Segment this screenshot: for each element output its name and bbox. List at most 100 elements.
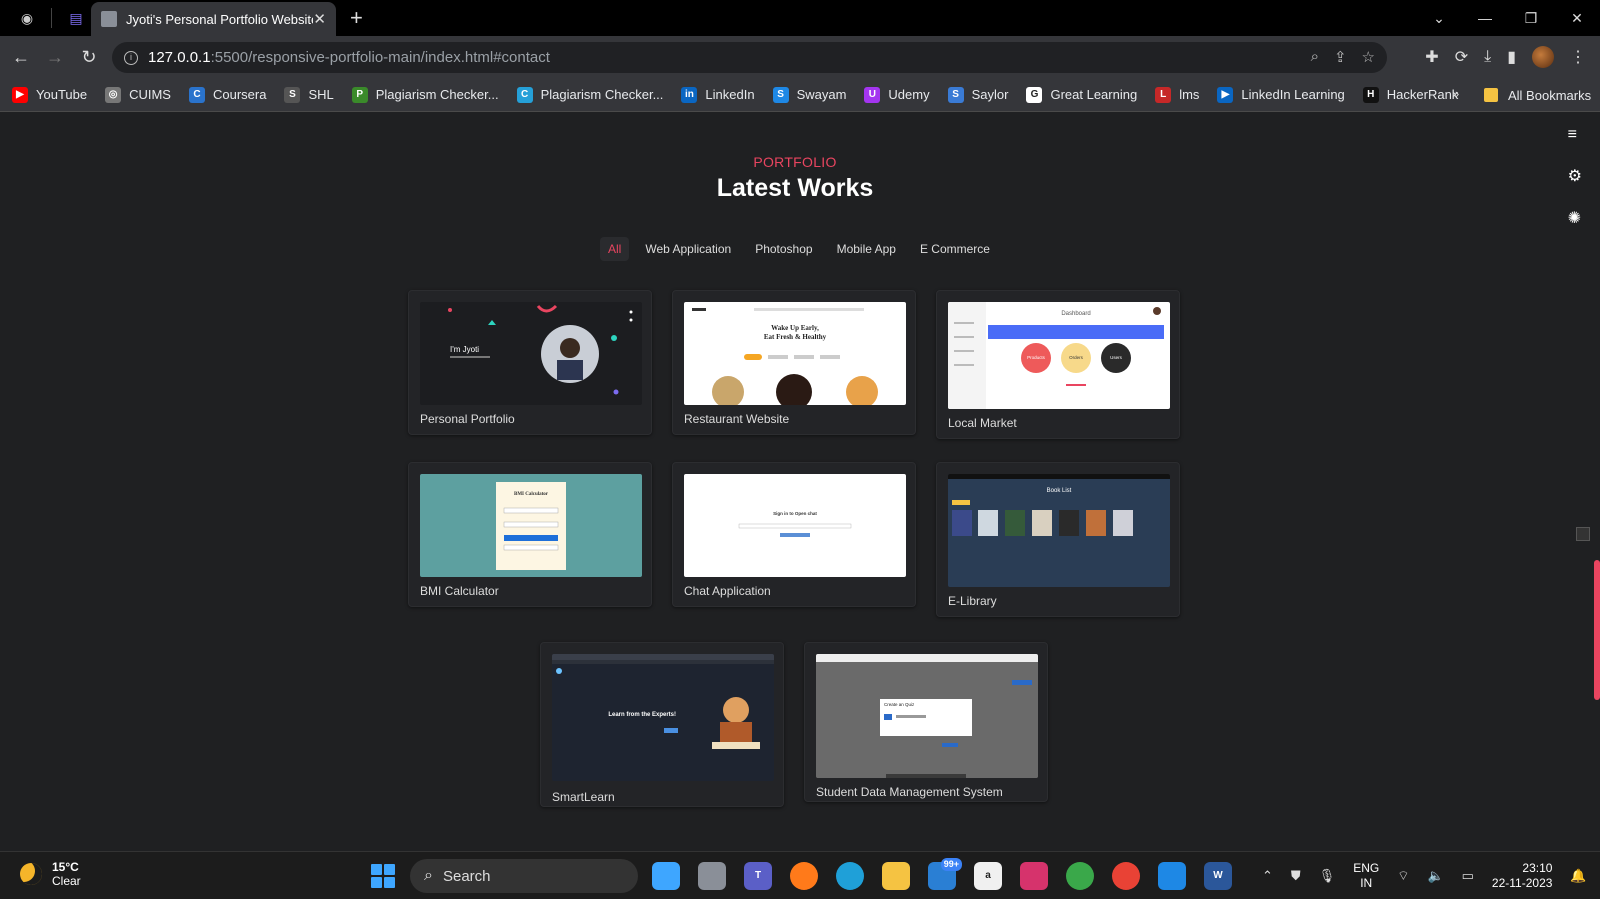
search-label: Search — [442, 867, 491, 885]
svg-text:Dashboard: Dashboard — [1061, 311, 1090, 317]
bookmark-list: ▶ YouTube ◎ CUIMS C Coursera S SHL P Plagiarism C… — [12, 86, 1476, 103]
microphone-icon[interactable]: 🎙 — [1319, 868, 1336, 884]
mail-icon[interactable]: 99+ — [928, 858, 962, 890]
hamburger-menu-icon[interactable]: ≡ — [1568, 126, 1582, 144]
bookmark-item[interactable]: S Swayam — [772, 86, 846, 103]
taskbar-search[interactable]: ⌕ Search — [410, 859, 638, 893]
bookmark-star-icon[interactable]: ☆ — [1362, 48, 1375, 66]
tab-search-icon[interactable]: ▤ — [62, 4, 90, 32]
svg-text:Create an Quiz: Create an Quiz — [884, 702, 915, 707]
extension-refresh-icon[interactable]: ⟳ — [1455, 47, 1468, 67]
bookmark-item[interactable]: C Plagiarism Checker... — [516, 86, 664, 103]
bookmark-item[interactable]: Llms — [1155, 86, 1199, 103]
word-icon[interactable]: W — [1204, 862, 1232, 890]
all-bookmarks-label: All Bookmarks — [1508, 87, 1592, 103]
filter-all[interactable]: All — [600, 237, 630, 261]
filter-web-application[interactable]: Web Application — [637, 237, 739, 261]
teams-icon[interactable]: T — [744, 862, 772, 890]
profile-globe-icon[interactable]: ◉ — [13, 4, 41, 32]
new-tab-icon[interactable]: + — [350, 5, 363, 31]
bookmark-item[interactable]: S SHL — [284, 86, 334, 103]
download-icon[interactable]: ⤓ — [1484, 48, 1491, 66]
filter-tabs: All Web Application Photoshop Mobile App… — [600, 237, 998, 261]
tray-chevron-icon[interactable]: ⌃ — [1262, 868, 1273, 884]
browser-toolbar: ← → ↻ i 127.0.0.1 :5500/responsive-portf… — [0, 36, 1600, 78]
reload-icon[interactable]: ↻ — [72, 47, 106, 68]
notification-bell-icon[interactable]: 🔔 — [1570, 868, 1586, 884]
paint-icon[interactable] — [1020, 862, 1048, 890]
bookmark-item[interactable]: U Udemy — [864, 86, 930, 103]
project-card-local-market[interactable]: Dashboard Products Orders Users Local Ma… — [936, 290, 1180, 439]
bookmark-favicon-icon: H — [1362, 86, 1379, 103]
lang-region: IN — [1360, 876, 1373, 890]
all-bookmarks-folder[interactable]: All Bookmarks — [1484, 78, 1591, 112]
tab-dropdown-icon[interactable]: ⌄ — [1416, 10, 1462, 27]
bookmark-label: Plagiarism Checker... — [540, 87, 664, 102]
bookmark-item[interactable]: in LinkedIn — [681, 86, 755, 103]
filter-mobile-app[interactable]: Mobile App — [829, 237, 904, 261]
task-view-icon[interactable] — [698, 862, 726, 890]
close-tab-icon[interactable]: ✕ — [313, 10, 326, 28]
bookmark-label: HackerRank — [1386, 87, 1459, 102]
bookmark-item[interactable]: P Plagiarism Checker... — [351, 86, 499, 103]
close-window-icon[interactable]: ✕ — [1554, 10, 1600, 27]
firefox-icon[interactable] — [790, 862, 818, 890]
profile-avatar[interactable] — [1532, 46, 1554, 68]
project-card-restaurant-website[interactable]: Wake Up Early, Eat Fresh & Healthy Resta… — [672, 290, 916, 435]
page-scrollbar[interactable] — [1594, 560, 1600, 700]
site-info-icon[interactable]: i — [124, 50, 138, 65]
minimize-icon[interactable]: — — [1462, 10, 1508, 26]
project-card-bmi-calculator[interactable]: BMI Calculator BMI Calculator — [408, 462, 652, 607]
defender-shield-icon[interactable]: ⛊ — [1291, 868, 1301, 884]
weather-condition: Clear — [52, 874, 81, 888]
weather-widget[interactable]: 15°C Clear — [20, 860, 81, 888]
vscode-icon[interactable] — [1158, 862, 1186, 890]
bookmark-item[interactable]: ▶ LinkedIn Learning — [1217, 86, 1345, 103]
project-label: Restaurant Website — [684, 412, 790, 426]
svg-text:Sign in to Open chat: Sign in to Open chat — [773, 511, 817, 516]
restore-icon[interactable]: ❐ — [1508, 10, 1554, 27]
clock[interactable]: 23:10 22-11-2023 — [1492, 861, 1553, 891]
bookmark-item[interactable]: G Great Learning — [1026, 86, 1137, 103]
amazon-icon[interactable]: a — [974, 862, 1002, 890]
utorrent-icon[interactable] — [1066, 862, 1094, 890]
menu-kebab-icon[interactable]: ⋮ — [1570, 47, 1586, 67]
extensions-icon[interactable]: ✚ — [1425, 47, 1438, 67]
bookmark-item[interactable]: C Coursera — [188, 86, 267, 103]
file-explorer-icon[interactable] — [882, 862, 910, 890]
folder-icon — [1484, 88, 1498, 102]
battery-icon[interactable]: ▭ — [1462, 868, 1474, 884]
theme-gear-icon[interactable]: ✺ — [1568, 208, 1582, 228]
volume-icon[interactable]: 🔈 — [1427, 868, 1443, 884]
bookmark-item[interactable]: H HackerRank — [1362, 86, 1459, 103]
address-bar[interactable]: i 127.0.0.1 :5500/responsive-portfolio-m… — [112, 42, 1387, 73]
bookmark-label: Coursera — [212, 87, 267, 102]
filter-e-commerce[interactable]: E Commerce — [912, 237, 998, 261]
project-card-student-data-management[interactable]: Create an Quiz Student Data Management S… — [804, 642, 1048, 802]
bookmark-item[interactable]: ▶ YouTube — [12, 86, 87, 103]
language-indicator[interactable]: ENG IN — [1353, 861, 1379, 891]
bookmark-item[interactable]: ◎ CUIMS — [105, 86, 171, 103]
bookmark-item[interactable]: S Saylor — [947, 86, 1008, 103]
tab-strip: ◉ ▤ Jyoti's Personal Portfolio Website ✕… — [0, 0, 1600, 36]
forward-icon[interactable]: → — [38, 47, 72, 68]
floating-square-icon[interactable] — [1576, 527, 1590, 541]
project-card-e-library[interactable]: Book List E-Library — [936, 462, 1180, 617]
widgets-app-icon[interactable] — [652, 862, 680, 890]
share-icon[interactable]: ⇪ — [1334, 48, 1347, 66]
active-tab[interactable]: Jyoti's Personal Portfolio Website ✕ — [91, 2, 336, 36]
svg-text:Book List: Book List — [1047, 488, 1072, 494]
zoom-icon[interactable]: ⌕ — [1311, 48, 1319, 66]
more-bookmarks-icon[interactable]: » — [1452, 86, 1459, 101]
windows-start-icon[interactable] — [371, 864, 395, 888]
settings-gear-icon[interactable]: ⚙ — [1568, 166, 1582, 186]
side-panel-icon[interactable]: ▮ — [1507, 47, 1516, 67]
chrome-icon[interactable] — [1112, 862, 1140, 890]
wifi-icon[interactable]: ⌔ — [1397, 868, 1409, 884]
filter-photoshop[interactable]: Photoshop — [747, 237, 820, 261]
project-card-chat-application[interactable]: Sign in to Open chat Chat Application — [672, 462, 916, 607]
project-card-personal-portfolio[interactable]: I'm Jyoti Personal Portfolio — [408, 290, 652, 435]
edge-icon[interactable] — [836, 862, 864, 890]
back-icon[interactable]: ← — [4, 47, 38, 68]
project-card-smartlearn[interactable]: Learn from the Experts! SmartLearn — [540, 642, 784, 807]
